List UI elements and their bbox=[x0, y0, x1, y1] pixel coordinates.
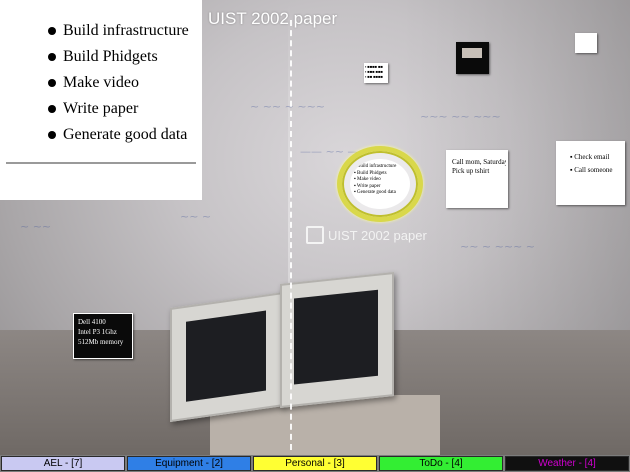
personal-note[interactable]: Call mom, Saturday Pick up tshirt bbox=[446, 150, 508, 208]
bullet-icon bbox=[48, 79, 56, 87]
note-line: Pick up tshirt bbox=[452, 167, 490, 175]
todo-note-right[interactable]: ▪ Check email ▪ Call someone bbox=[556, 141, 625, 205]
note-line: ▪ Generate good data bbox=[354, 190, 396, 195]
category-taskbar: AEL - [7] Equipment - [2] Personal - [3]… bbox=[0, 455, 630, 472]
note-line: 512Mb memory bbox=[78, 338, 124, 346]
cursor-box-icon bbox=[306, 226, 324, 244]
cursor-label[interactable]: UIST 2002 paper bbox=[306, 226, 427, 244]
photo-note[interactable] bbox=[456, 42, 489, 74]
note-line: Intel P3 1Ghz bbox=[78, 328, 117, 336]
bullet-icon bbox=[48, 131, 56, 139]
left-monitor-screen bbox=[186, 310, 266, 402]
wall-scribble: ~ ~~ ~ ~~~ bbox=[250, 100, 326, 113]
todo-item[interactable]: Build Phidgets bbox=[48, 46, 189, 72]
todo-item[interactable]: Make video bbox=[48, 72, 189, 98]
tab-ael[interactable]: AEL - [7] bbox=[1, 456, 125, 471]
todo-item-label: Build Phidgets bbox=[63, 48, 158, 65]
bullet-icon bbox=[48, 105, 56, 113]
wall-scribble: ~ ~~ bbox=[20, 220, 52, 233]
tiny-note-top-right[interactable] bbox=[575, 33, 597, 53]
todo-item-label: Generate good data bbox=[63, 126, 188, 143]
overlay-title: UIST 2002 paper bbox=[208, 9, 338, 28]
left-monitor bbox=[170, 291, 284, 423]
tab-personal[interactable]: Personal - [3] bbox=[253, 456, 377, 471]
wall-scribble: ~~~ ~~ ~~~ bbox=[420, 110, 501, 123]
todo-item-label: Make video bbox=[63, 74, 139, 91]
cursor-label-text: UIST 2002 paper bbox=[328, 227, 427, 243]
todo-panel[interactable]: Build infrastructure Build Phidgets Make… bbox=[0, 0, 202, 200]
note-line: ▪ Call someone bbox=[570, 166, 613, 174]
dashed-guide-line bbox=[290, 20, 292, 450]
photo-thumbnail bbox=[462, 48, 482, 58]
bullet-icon bbox=[48, 27, 56, 35]
focused-note[interactable]: ▪ Build infrastructure ▪ Build Phidgets … bbox=[350, 159, 410, 209]
tab-weather[interactable]: Weather - [4] bbox=[505, 456, 629, 471]
right-monitor-screen bbox=[294, 289, 378, 385]
wall-scribble: ~~ ~ ~~~ ~ bbox=[460, 240, 536, 253]
note-line: Dell 4100 bbox=[78, 318, 106, 326]
todo-item[interactable]: Write paper bbox=[48, 98, 189, 124]
tab-equipment[interactable]: Equipment - [2] bbox=[127, 456, 251, 471]
note-line: ▪ ■■ ■■■■ bbox=[365, 74, 383, 79]
wall-scribble: ~~ ~ bbox=[180, 210, 212, 223]
tab-todo[interactable]: ToDo - [4] bbox=[379, 456, 503, 471]
note-line: ▪ Check email bbox=[570, 153, 610, 161]
note-line: Call mom, Saturday bbox=[452, 158, 506, 166]
todo-divider bbox=[6, 162, 196, 164]
small-note-top[interactable]: ▪ ■■■■ ■■ ▪ ■■■ ■■■ ▪ ■■ ■■■■ bbox=[364, 63, 388, 83]
todo-list: Build infrastructure Build Phidgets Make… bbox=[48, 20, 189, 150]
equipment-note[interactable]: Dell 4100 Intel P3 1Ghz 512Mb memory bbox=[73, 313, 133, 359]
right-monitor bbox=[280, 272, 394, 408]
todo-item-label: Build infrastructure bbox=[63, 22, 189, 39]
focus-ring[interactable]: ▪ Build infrastructure ▪ Build Phidgets … bbox=[337, 146, 423, 222]
bullet-icon bbox=[48, 53, 56, 61]
todo-item[interactable]: Build infrastructure bbox=[48, 20, 189, 46]
todo-item[interactable]: Generate good data bbox=[48, 124, 189, 150]
todo-item-label: Write paper bbox=[63, 100, 139, 117]
